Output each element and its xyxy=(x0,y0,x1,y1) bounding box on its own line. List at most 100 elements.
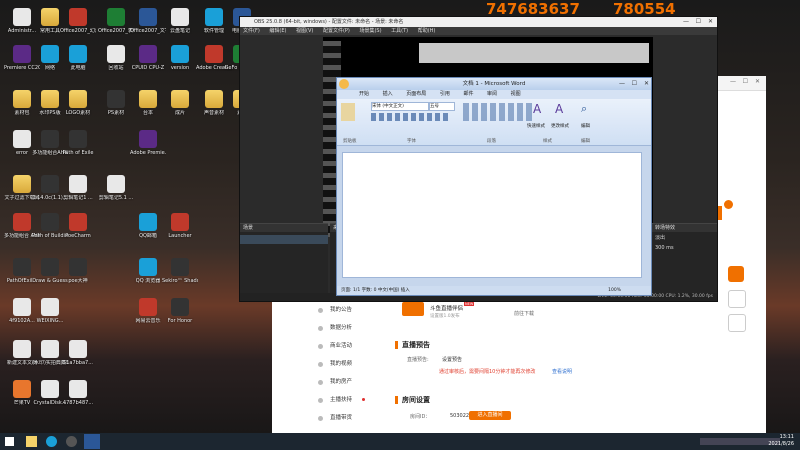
tab-page-layout[interactable]: 页面布局 xyxy=(406,91,426,97)
desktop-icon[interactable]: 51a7bba7... xyxy=(60,340,96,366)
word-taskbar-icon[interactable] xyxy=(84,434,100,449)
desktop-icon[interactable]: For Honor xyxy=(162,298,198,324)
desktop-icon[interactable]: WEIXING... xyxy=(32,298,68,324)
tab-mailings[interactable]: 邮件 xyxy=(463,91,473,97)
folder-icon xyxy=(171,90,189,108)
desktop-icon[interactable]: 剪辑笔记5.1 ... xyxy=(98,175,134,201)
menu-scene-collection[interactable]: 场景集(S) xyxy=(359,28,381,34)
change-styles-icon[interactable]: A xyxy=(555,102,569,116)
start-icon[interactable] xyxy=(5,437,14,446)
home-icon[interactable] xyxy=(728,290,746,308)
editing-icon[interactable]: ⌕ xyxy=(581,102,593,116)
maximize-icon[interactable]: ☐ xyxy=(632,78,637,90)
close-icon[interactable]: ✕ xyxy=(755,76,760,88)
tab-review[interactable]: 审阅 xyxy=(487,91,497,97)
preview-value[interactable]: 设置预告 xyxy=(442,356,462,363)
change-styles-label: 更改样式 xyxy=(551,124,569,129)
transition-select[interactable]: 淡出 xyxy=(652,232,717,243)
desktop-icon[interactable]: QQ邮箱 xyxy=(130,213,166,239)
office-button-icon[interactable] xyxy=(339,79,349,89)
paragraph-icons[interactable] xyxy=(463,103,533,121)
side-item-commerce[interactable]: 直播带货 xyxy=(312,409,367,427)
banner-subtitle: 设置版1.0发布 xyxy=(430,314,460,319)
app-icon xyxy=(171,213,189,231)
desktop-icon[interactable]: Path of Exile xyxy=(60,130,96,156)
desktop-icon[interactable]: CPUID CPU-Z xyxy=(130,45,166,71)
desktop-icon[interactable]: PoeCharm xyxy=(60,213,96,239)
desktop-icon-label: 此电脑 xyxy=(70,65,86,71)
menu-tools[interactable]: 工具(T) xyxy=(391,28,408,34)
side-item-label: 直播带货 xyxy=(330,415,353,421)
desktop-icon[interactable]: 网易云音乐 xyxy=(130,298,166,324)
menu-file[interactable]: 文件(F) xyxy=(243,28,260,34)
desktop-icon[interactable]: version xyxy=(162,45,198,71)
font-name-select[interactable]: 宋体 (中文正文) xyxy=(371,102,429,111)
word-statusbar: 页面: 1/1 字数: 0 中文(中国) 插入 100% xyxy=(337,286,651,295)
app-icon xyxy=(69,213,87,231)
desktop-icon[interactable]: 4787b487... xyxy=(60,380,96,406)
desktop-icon[interactable]: Sekiro™ Shadow... xyxy=(162,258,198,284)
file-explorer-icon[interactable] xyxy=(26,436,37,447)
desktop-icon[interactable]: Adobe Premie... xyxy=(130,130,166,156)
minimize-icon[interactable]: — xyxy=(619,78,625,90)
scene-item[interactable] xyxy=(240,235,328,244)
side-item-assets[interactable]: 我的房产 xyxy=(312,373,367,391)
desktop-icon[interactable]: Office2007_文字 xyxy=(130,8,166,34)
desktop-icon-label: LOGO素材 xyxy=(65,110,91,116)
desktop-icon[interactable]: 剪辑笔记1 ... xyxy=(60,175,96,201)
instructions-link[interactable]: 查看说明 xyxy=(552,368,572,375)
tab-insert[interactable]: 插入 xyxy=(383,91,393,97)
minimize-icon[interactable]: — xyxy=(683,17,689,27)
home-icon xyxy=(318,380,323,385)
menu-profile[interactable]: 配置文件(P) xyxy=(323,28,350,34)
desktop-icon[interactable]: LOGO素材 xyxy=(60,90,96,116)
download-link[interactable]: 前往下载 xyxy=(514,310,534,317)
desktop-icon[interactable]: Office2007_表格 xyxy=(98,8,134,34)
menu-help[interactable]: 帮助(H) xyxy=(418,28,436,34)
desktop-icon[interactable]: QQ 浏览器 xyxy=(130,258,166,284)
app-icon xyxy=(41,175,59,193)
desktop-icon[interactable]: PS素材 xyxy=(98,90,134,116)
maximize-icon[interactable]: ☐ xyxy=(696,17,701,27)
maximize-icon[interactable]: ☐ xyxy=(743,76,748,88)
share-icon[interactable] xyxy=(728,314,746,332)
side-item-announcements[interactable]: 我的公告 xyxy=(312,301,367,319)
app-icon xyxy=(171,258,189,276)
transition-duration[interactable]: 300 ms xyxy=(652,243,717,253)
desktop-icon[interactable]: 台本 xyxy=(130,90,166,116)
browser-icon[interactable] xyxy=(46,436,57,447)
close-icon[interactable]: ✕ xyxy=(644,78,649,90)
desktop-icon-label: Office2007_幻灯片PPT xyxy=(60,28,96,34)
enter-room-button[interactable]: 进入直播间 xyxy=(469,411,511,420)
folder-icon xyxy=(205,90,223,108)
close-icon[interactable]: ✕ xyxy=(708,17,713,27)
tab-references[interactable]: 引用 xyxy=(440,91,450,97)
desktop-icon[interactable]: 回收站 xyxy=(98,45,134,71)
desktop-icon[interactable]: Office2007_幻灯片PPT xyxy=(60,8,96,34)
desktop-icon[interactable]: Launcher xyxy=(162,213,198,239)
font-size-select[interactable]: 五号 xyxy=(429,102,455,111)
side-item-support[interactable]: 主播扶持 xyxy=(312,391,367,409)
font-format-icons[interactable] xyxy=(371,113,451,121)
quick-styles-icon[interactable]: A xyxy=(533,102,547,116)
tab-home[interactable]: 开始 xyxy=(359,91,369,97)
document-page[interactable] xyxy=(342,152,642,278)
desktop-icon[interactable]: 云盘笔记 xyxy=(162,8,198,34)
minimize-icon[interactable]: — xyxy=(730,76,736,88)
clock-date: 2021/8/26 xyxy=(768,441,794,447)
desktop-icon[interactable]: poe大神 xyxy=(60,258,96,284)
app-icon xyxy=(41,298,59,316)
paste-icon[interactable] xyxy=(341,103,355,121)
side-item-videos[interactable]: 我的视频 xyxy=(312,355,367,373)
zoom-level[interactable]: 100% xyxy=(608,286,621,295)
menu-view[interactable]: 视图(V) xyxy=(296,28,313,34)
desktop-icon[interactable]: 成片 xyxy=(162,90,198,116)
play-icon[interactable] xyxy=(728,266,744,282)
menu-edit[interactable]: 编辑(E) xyxy=(269,28,286,34)
editing-label: 编辑 xyxy=(581,124,590,129)
desktop-icon[interactable]: 此电脑 xyxy=(60,45,96,71)
side-item-analytics[interactable]: 数据分析 xyxy=(312,319,367,337)
side-item-business[interactable]: 商业活动 xyxy=(312,337,367,355)
obs-icon[interactable] xyxy=(66,436,77,447)
tab-view[interactable]: 视图 xyxy=(511,91,521,97)
